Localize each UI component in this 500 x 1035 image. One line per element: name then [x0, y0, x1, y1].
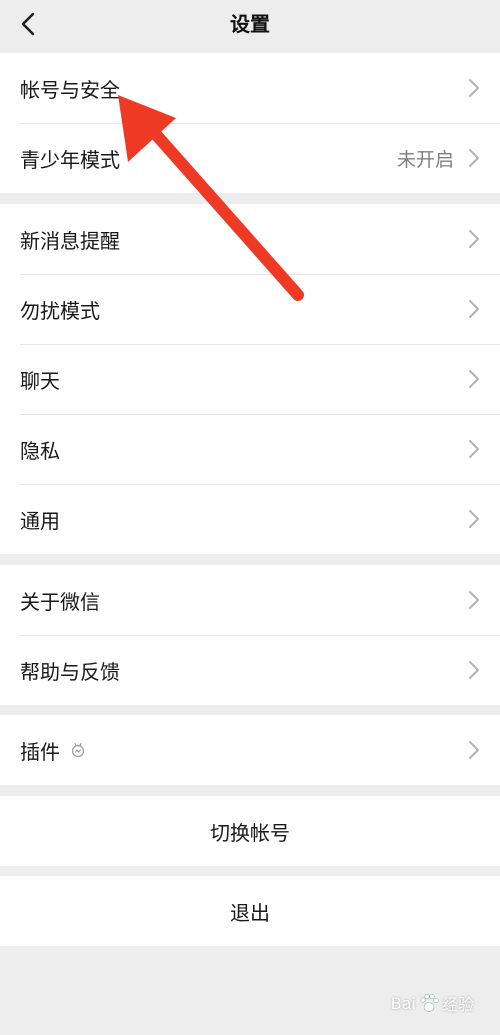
- settings-item-label: 聊天: [20, 368, 60, 393]
- page-title: 设置: [230, 12, 270, 36]
- switch-account-group: 切换帐号: [0, 796, 500, 866]
- settings-item-about-wechat[interactable]: 关于微信: [0, 565, 500, 635]
- settings-item-do-not-disturb[interactable]: 勿扰模式: [0, 274, 500, 344]
- logout-button[interactable]: 退出: [0, 876, 500, 946]
- settings-item-chat[interactable]: 聊天: [0, 344, 500, 414]
- settings-item-label: 隐私: [20, 438, 60, 463]
- settings-item-privacy[interactable]: 隐私: [0, 414, 500, 484]
- settings-item-label: 帐号与安全: [20, 77, 120, 102]
- watermark-text-left: Bai: [390, 993, 416, 1013]
- chevron-right-icon: [469, 661, 479, 679]
- chevron-right-icon: [469, 230, 479, 248]
- settings-item-account-security[interactable]: 帐号与安全: [0, 53, 500, 123]
- paw-icon: [420, 993, 439, 1012]
- settings-item-plugins[interactable]: 插件: [0, 715, 500, 785]
- plugin-icon: [71, 742, 85, 758]
- chevron-right-icon: [469, 440, 479, 458]
- watermark-text-right: 经验: [441, 995, 474, 1014]
- settings-item-label: 通用: [20, 508, 60, 533]
- chevron-right-icon: [469, 741, 479, 759]
- settings-item-new-message-alerts[interactable]: 新消息提醒: [0, 204, 500, 274]
- chevron-right-icon: [469, 149, 479, 167]
- chevron-right-icon: [469, 510, 479, 528]
- switch-account-button[interactable]: 切换帐号: [0, 796, 500, 866]
- settings-group-general: 新消息提醒 勿扰模式 聊天 隐私 通用: [0, 204, 500, 554]
- chevron-right-icon: [469, 300, 479, 318]
- settings-item-label: 帮助与反馈: [20, 659, 120, 684]
- settings-item-label: 新消息提醒: [20, 228, 120, 253]
- settings-group-about: 关于微信 帮助与反馈: [0, 565, 500, 705]
- chevron-right-icon: [469, 79, 479, 97]
- settings-item-label: 青少年模式: [20, 147, 120, 172]
- chevron-right-icon: [469, 370, 479, 388]
- baidu-watermark: Bai 经验: [391, 991, 474, 1015]
- settings-item-label: 关于微信: [20, 589, 100, 614]
- settings-item-help-feedback[interactable]: 帮助与反馈: [0, 635, 500, 705]
- chevron-right-icon: [469, 591, 479, 609]
- settings-item-label: 插件: [20, 739, 60, 764]
- settings-item-label: 勿扰模式: [20, 298, 100, 323]
- settings-item-general[interactable]: 通用: [0, 484, 500, 554]
- navigation-bar: 设置: [0, 0, 500, 52]
- settings-group-account: 帐号与安全 青少年模式 未开启: [0, 53, 500, 193]
- settings-item-teen-mode[interactable]: 青少年模式 未开启: [0, 123, 500, 193]
- settings-group-plugins: 插件: [0, 715, 500, 785]
- teen-mode-status: 未开启: [396, 148, 454, 171]
- logout-group: 退出: [0, 876, 500, 946]
